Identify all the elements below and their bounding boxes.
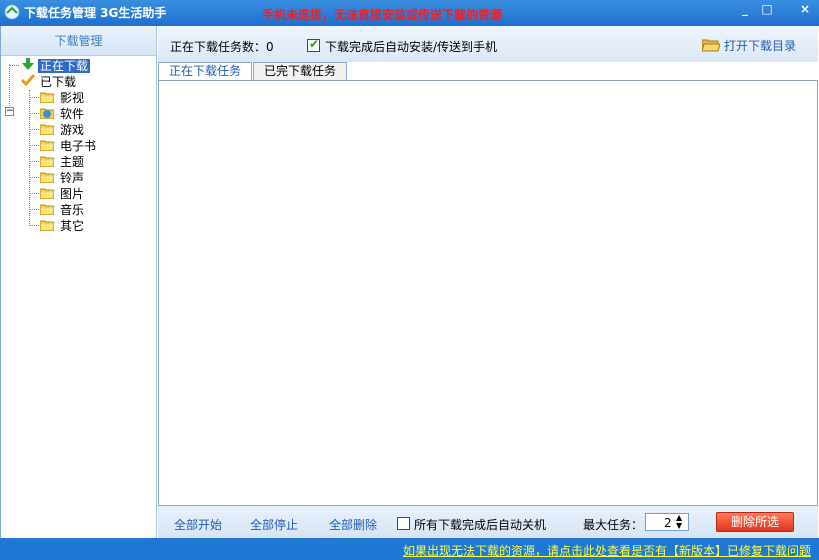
tree-item-category[interactable]: 图片 <box>58 186 86 202</box>
tree-item-category[interactable]: 铃声 <box>58 170 86 186</box>
download-arrow-icon <box>22 58 34 70</box>
sidebar: 下载管理 正在下载 − 已下载 影视 软件 游戏 电子书 主题 铃声 图片 音乐… <box>0 26 157 538</box>
folder-icon <box>40 220 54 231</box>
folder-icon <box>40 172 54 183</box>
max-tasks-stepper[interactable]: 2 ▲ ▼ <box>645 513 689 531</box>
auto-install-checkbox[interactable]: ✔ <box>307 37 320 52</box>
delete-selected-button[interactable]: 删除所选 <box>716 512 794 532</box>
tree-item-category[interactable]: 其它 <box>58 218 86 234</box>
tree-item-category[interactable]: 游戏 <box>58 122 86 138</box>
folder-icon <box>40 188 54 199</box>
open-folder-icon[interactable] <box>702 38 720 52</box>
connection-warning: 手机未连接，无法直接安装或传送下载的资源 <box>262 8 503 22</box>
tab-completed[interactable]: 已完下载任务 <box>253 62 348 80</box>
collapse-icon[interactable]: − <box>5 107 14 116</box>
max-tasks-value: 2 <box>664 516 672 530</box>
auto-install-label: 下载完成后自动安装/传送到手机 <box>325 40 498 54</box>
auto-shutdown-checkbox[interactable] <box>397 517 410 530</box>
tab-bar: 正在下载任务 已完下载任务 <box>158 62 818 80</box>
check-mark-icon: ✔ <box>309 37 320 51</box>
tab-downloading[interactable]: 正在下载任务 <box>158 62 253 80</box>
max-tasks-label: 最大任务： <box>583 518 644 532</box>
task-count-label: 正在下载任务数：0 <box>170 40 274 54</box>
tree-item-category[interactable]: 软件 <box>58 106 86 122</box>
new-version-link[interactable]: 如果出现无法下载的资源，请点击此处查看是否有【新版本】已修复下载问题 <box>403 542 811 559</box>
stop-all-button[interactable]: 全部停止 <box>250 516 298 533</box>
spin-down-icon[interactable]: ▼ <box>676 522 686 530</box>
check-icon <box>21 74 35 86</box>
tree-item-downloaded[interactable]: 已下载 <box>38 74 78 90</box>
toolbar: 正在下载任务数：0 ✔ 下载完成后自动安装/传送到手机 打开下载目录 <box>158 26 818 62</box>
task-list[interactable] <box>158 80 818 506</box>
auto-shutdown-label: 所有下载完成后自动关机 <box>414 518 547 532</box>
action-bar: 全部开始 全部停止 全部删除 所有下载完成后自动关机 最大任务： 2 ▲ ▼ 删… <box>158 506 818 538</box>
window-title: 下载任务管理 3G生活助手 <box>24 6 167 20</box>
sidebar-header: 下载管理 <box>1 26 156 56</box>
status-bar: 如果出现无法下载的资源，请点击此处查看是否有【新版本】已修复下载问题 <box>0 538 819 560</box>
minimize-button[interactable]: _ <box>736 2 754 18</box>
main-panel: 正在下载任务数：0 ✔ 下载完成后自动安装/传送到手机 打开下载目录 正在下载任… <box>158 26 818 538</box>
app-icon <box>4 4 20 20</box>
tree-item-category[interactable]: 音乐 <box>58 202 86 218</box>
tree-item-downloading[interactable]: 正在下载 <box>38 58 91 74</box>
delete-all-button[interactable]: 全部删除 <box>329 516 377 533</box>
title-bar[interactable]: 下载任务管理 3G生活助手 手机未连接，无法直接安装或传送下载的资源 _ □ × <box>0 0 819 26</box>
tree-item-category[interactable]: 影视 <box>58 90 86 106</box>
folder-icon <box>40 156 54 167</box>
tree-item-category[interactable]: 电子书 <box>58 138 98 154</box>
folder-icon <box>40 204 54 215</box>
open-download-dir-link[interactable]: 打开下载目录 <box>724 37 796 54</box>
folder-icon <box>40 92 54 103</box>
folder-icon <box>40 140 54 151</box>
maximize-button[interactable]: □ <box>758 2 776 18</box>
folder-icon <box>40 124 54 135</box>
tree-item-category[interactable]: 主题 <box>58 154 86 170</box>
software-folder-icon <box>40 108 54 119</box>
close-button[interactable]: × <box>796 2 814 18</box>
start-all-button[interactable]: 全部开始 <box>174 516 222 533</box>
